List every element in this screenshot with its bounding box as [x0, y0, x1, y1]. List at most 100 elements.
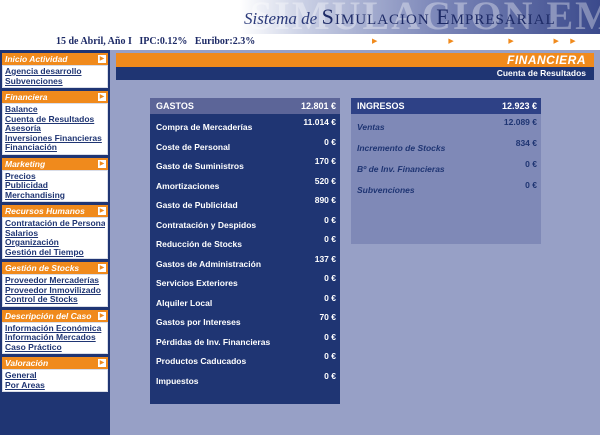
sidebar-item-financiacion[interactable]: Financiación [5, 143, 105, 153]
current-date: 15 de Abril, Año I [56, 36, 132, 47]
row-value: 0 € [525, 180, 537, 190]
gastos-row-perdidas-de-inv-financieras: Pérdidas de Inv. Financieras 0 € [150, 332, 340, 357]
sidebar-header-marketing[interactable]: Marketing ▶ [2, 157, 108, 170]
row-label: Reducción de Stocks [156, 239, 242, 249]
sidebar-items: General Por Areas [2, 369, 108, 392]
ingresos-row-incremento-de-stocks: Incremento de Stocks 834 € [351, 138, 541, 164]
sidebar-item-contratacion-de-personal[interactable]: Contratación de Personal [5, 219, 105, 229]
gastos-row-alquiler-local: Alquiler Local 0 € [150, 293, 340, 318]
chevron-right-icon: ▶ [98, 311, 106, 320]
row-value: 0 € [525, 159, 537, 169]
sidebar-item-informacion-mercados[interactable]: Información Mercados [5, 333, 105, 343]
sidebar-item-general[interactable]: General [5, 371, 105, 381]
nav-help-link[interactable]: ? [562, 35, 567, 46]
sidebar-section-inicio-actividad: Inicio Actividad ▶ Agencia desarrollo Subve… [2, 53, 108, 88]
sidebar-item-control-de-stocks[interactable]: Control de Stocks [5, 295, 105, 305]
sidebar: Inicio Actividad ▶ Agencia desarrollo Subve… [0, 50, 110, 435]
nav-calculadora-link[interactable]: calculadora [457, 35, 506, 46]
sidebar-header-descripcion-del-caso[interactable]: Descripción del Caso ▶ [2, 309, 108, 322]
sidebar-item-merchandising[interactable]: Merchandising [5, 191, 105, 201]
ingresos-rows: Ventas 12.089 € Incremento de Stocks 834 € B… [351, 114, 541, 206]
nav-pasar-quincena-link[interactable]: pasar quincena [380, 35, 445, 46]
nav-arrow-icon: ▶ [448, 37, 454, 45]
sidebar-item-precios[interactable]: Precios [5, 172, 105, 182]
row-value: 12.089 € [503, 117, 537, 127]
sidebar-header-valoracion[interactable]: Valoración ▶ [2, 357, 108, 369]
sidebar-item-subvenciones[interactable]: Subvenciones [5, 77, 105, 87]
ingresos-row-b-de-inv-financieras: Bº de Inv. Financieras 0 € [351, 159, 541, 185]
sidebar-item-salarios[interactable]: Salarios [5, 229, 105, 239]
sidebar-header-label: Gestión de Stocks [5, 263, 80, 273]
nav-arrow-icon: ▶ [508, 37, 514, 45]
section-title-bar: FINANCIERA [116, 53, 594, 67]
sidebar-item-por-areas[interactable]: Por Areas [5, 381, 105, 391]
sidebar-header-label: Descripción del Caso [5, 310, 92, 321]
sidebar-item-gestion-del-tiempo[interactable]: Gestión del Tiempo [5, 248, 105, 258]
section-subtitle-bar: Cuenta de Resultados [116, 67, 594, 80]
app-header: SIMULACION EMPRESARIAL Sistema de Simula… [0, 0, 600, 50]
sidebar-item-inversiones-financieras[interactable]: Inversiones Financieras [5, 134, 105, 144]
row-label: Ventas [357, 122, 385, 132]
row-label: Pérdidas de Inv. Financieras [156, 336, 271, 347]
sidebar-items: Proveedor Mercaderías Proveedor Inmoviliz… [2, 274, 108, 307]
sidebar-section-gestion-de-stocks: Gestión de Stocks ▶ Proveedor Mercaderías P… [2, 262, 108, 307]
row-value: 11.014 € [303, 117, 336, 127]
row-value: 834 € [515, 138, 537, 148]
ingresos-label: INGRESOS [357, 101, 405, 111]
sidebar-item-organizacion[interactable]: Organización [5, 238, 105, 248]
page-title: FINANCIERA [507, 53, 586, 67]
gastos-header: GASTOS 12.801 € [150, 98, 340, 114]
row-value: 0 € [324, 370, 336, 381]
row-value: 170 € [314, 156, 336, 166]
gastos-row-amortizaciones: Amortizaciones 520 € [150, 176, 340, 201]
nav-menu-link[interactable]: menu [345, 35, 369, 46]
sidebar-item-asesoria[interactable]: Asesoría [5, 124, 105, 134]
sidebar-item-proveedor-mercaderias[interactable]: Proveedor Mercaderías [5, 276, 105, 286]
sidebar-section-descripcion-del-caso: Descripción del Caso ▶ Información Económi… [2, 309, 108, 354]
row-value: 0 € [324, 292, 336, 303]
ingresos-panel: INGRESOS 12.923 € Ventas 12.089 € Incremen… [351, 98, 541, 244]
chevron-right-icon: ▶ [98, 264, 106, 272]
gastos-label: GASTOS [156, 101, 194, 111]
sidebar-item-cuenta-de-resultados[interactable]: Cuenta de Resultados [5, 115, 105, 125]
nav-arrow-icon: ▶ [371, 37, 378, 45]
gastos-row-reduccion-de-stocks: Reducción de Stocks 0 € [150, 234, 340, 259]
sidebar-item-proveedor-inmovilizado[interactable]: Proveedor Inmovilizado [5, 286, 105, 296]
gastos-row-servicios-exteriores: Servicios Exteriores 0 € [150, 273, 340, 298]
economic-info: 15 de Abril, Año I IPC:0.12% Euribor:2.3… [56, 36, 260, 47]
ingresos-total: 12.923 € [501, 101, 537, 111]
chevron-right-icon: ▶ [98, 55, 106, 63]
sidebar-header-recursos-humanos[interactable]: Recursos Humanos ▶ [2, 205, 108, 217]
sidebar-items: Precios Publicidad Merchandising [2, 169, 108, 202]
gastos-rows: Compra de Mercaderías 11.014 € Coste de Pe… [150, 114, 340, 395]
row-label: Amortizaciones [156, 180, 220, 191]
gastos-row-impuestos: Impuestos 0 € [150, 371, 340, 396]
app-title-prefix: Sistema de [244, 9, 318, 28]
chevron-right-icon: ▶ [98, 207, 106, 215]
sidebar-header-label: Recursos Humanos [5, 206, 85, 216]
sidebar-header-financiera[interactable]: Financiera ▶ [2, 91, 108, 103]
row-label: Alquiler Local [156, 297, 213, 308]
sidebar-item-informacion-economica[interactable]: Información Económica [5, 324, 105, 334]
sidebar-item-caso-practico[interactable]: Caso Práctico [5, 343, 105, 353]
row-value: 890 € [314, 195, 336, 205]
sidebar-header-gestion-de-stocks[interactable]: Gestión de Stocks ▶ [2, 262, 108, 274]
sidebar-header-inicio-actividad[interactable]: Inicio Actividad ▶ [2, 53, 108, 65]
gastos-row-gasto-de-publicidad: Gasto de Publicidad 890 € [150, 195, 340, 220]
nav-salir-link[interactable]: salir [579, 35, 596, 46]
row-label: Impuestos [156, 375, 199, 386]
sidebar-section-valoracion: Valoración ▶ General Por Areas [2, 357, 108, 392]
sidebar-item-publicidad[interactable]: Publicidad [5, 181, 105, 191]
row-label: Bº de Inv. Financieras [357, 164, 445, 174]
row-label: Productos Caducados [156, 356, 247, 366]
gastos-row-gastos-de-administracion: Gastos de Administración 137 € [150, 254, 340, 279]
row-value: 70 € [319, 312, 336, 322]
sidebar-item-agencia-desarrollo[interactable]: Agencia desarrollo [5, 67, 105, 77]
row-label: Gastos por Intereses [156, 317, 241, 327]
gastos-row-contratacion-y-despidos: Contratación y Despidos 0 € [150, 215, 340, 240]
sidebar-item-balance[interactable]: Balance [5, 105, 105, 115]
row-label: Compra de Mercaderías [156, 122, 253, 132]
gastos-panel: GASTOS 12.801 € Compra de Mercaderías 11.… [150, 98, 340, 404]
row-value: 520 € [314, 175, 336, 186]
nav-imprimir-link[interactable]: imprimir [517, 35, 551, 46]
